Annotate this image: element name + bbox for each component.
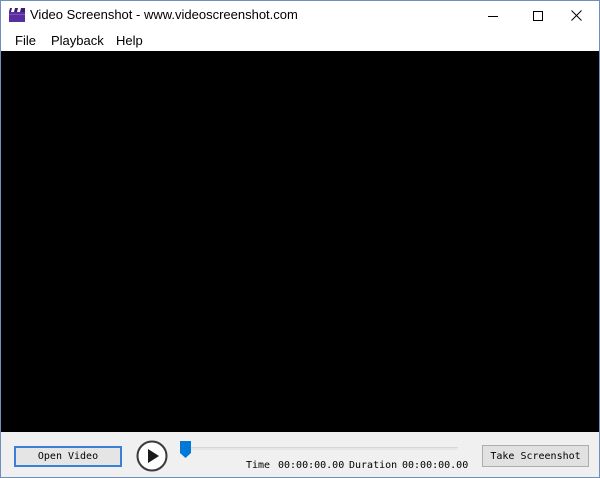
time-value: 00:00:00.00: [278, 460, 345, 471]
minimize-icon: [487, 11, 498, 21]
control-panel: Open Video Time 00:00:00.00 Duration 00:…: [1, 432, 599, 477]
window-title: Video Screenshot - www.videoscreenshot.c…: [30, 7, 298, 22]
clapperboard-icon: [9, 8, 25, 22]
duration-label: Duration: [349, 460, 398, 471]
play-icon: [136, 440, 168, 476]
menu-bar: File Playback Help: [1, 30, 599, 51]
close-icon: [571, 10, 582, 21]
maximize-icon: [532, 10, 543, 21]
minimize-button[interactable]: [470, 1, 515, 30]
menu-file[interactable]: File: [15, 33, 36, 48]
seek-thumb[interactable]: [180, 441, 191, 458]
take-screenshot-button[interactable]: Take Screenshot: [482, 445, 589, 467]
video-display[interactable]: [1, 51, 599, 432]
menu-playback[interactable]: Playback: [51, 33, 104, 48]
title-bar[interactable]: Video Screenshot - www.videoscreenshot.c…: [1, 1, 599, 30]
duration-value: 00:00:00.00: [402, 460, 469, 471]
app-window: Video Screenshot - www.videoscreenshot.c…: [0, 0, 600, 478]
time-label: Time: [246, 460, 271, 471]
play-button[interactable]: [136, 440, 168, 472]
open-video-button[interactable]: Open Video: [14, 446, 122, 467]
menu-help[interactable]: Help: [116, 33, 143, 48]
seek-track[interactable]: [181, 447, 458, 450]
close-button[interactable]: [554, 1, 599, 30]
